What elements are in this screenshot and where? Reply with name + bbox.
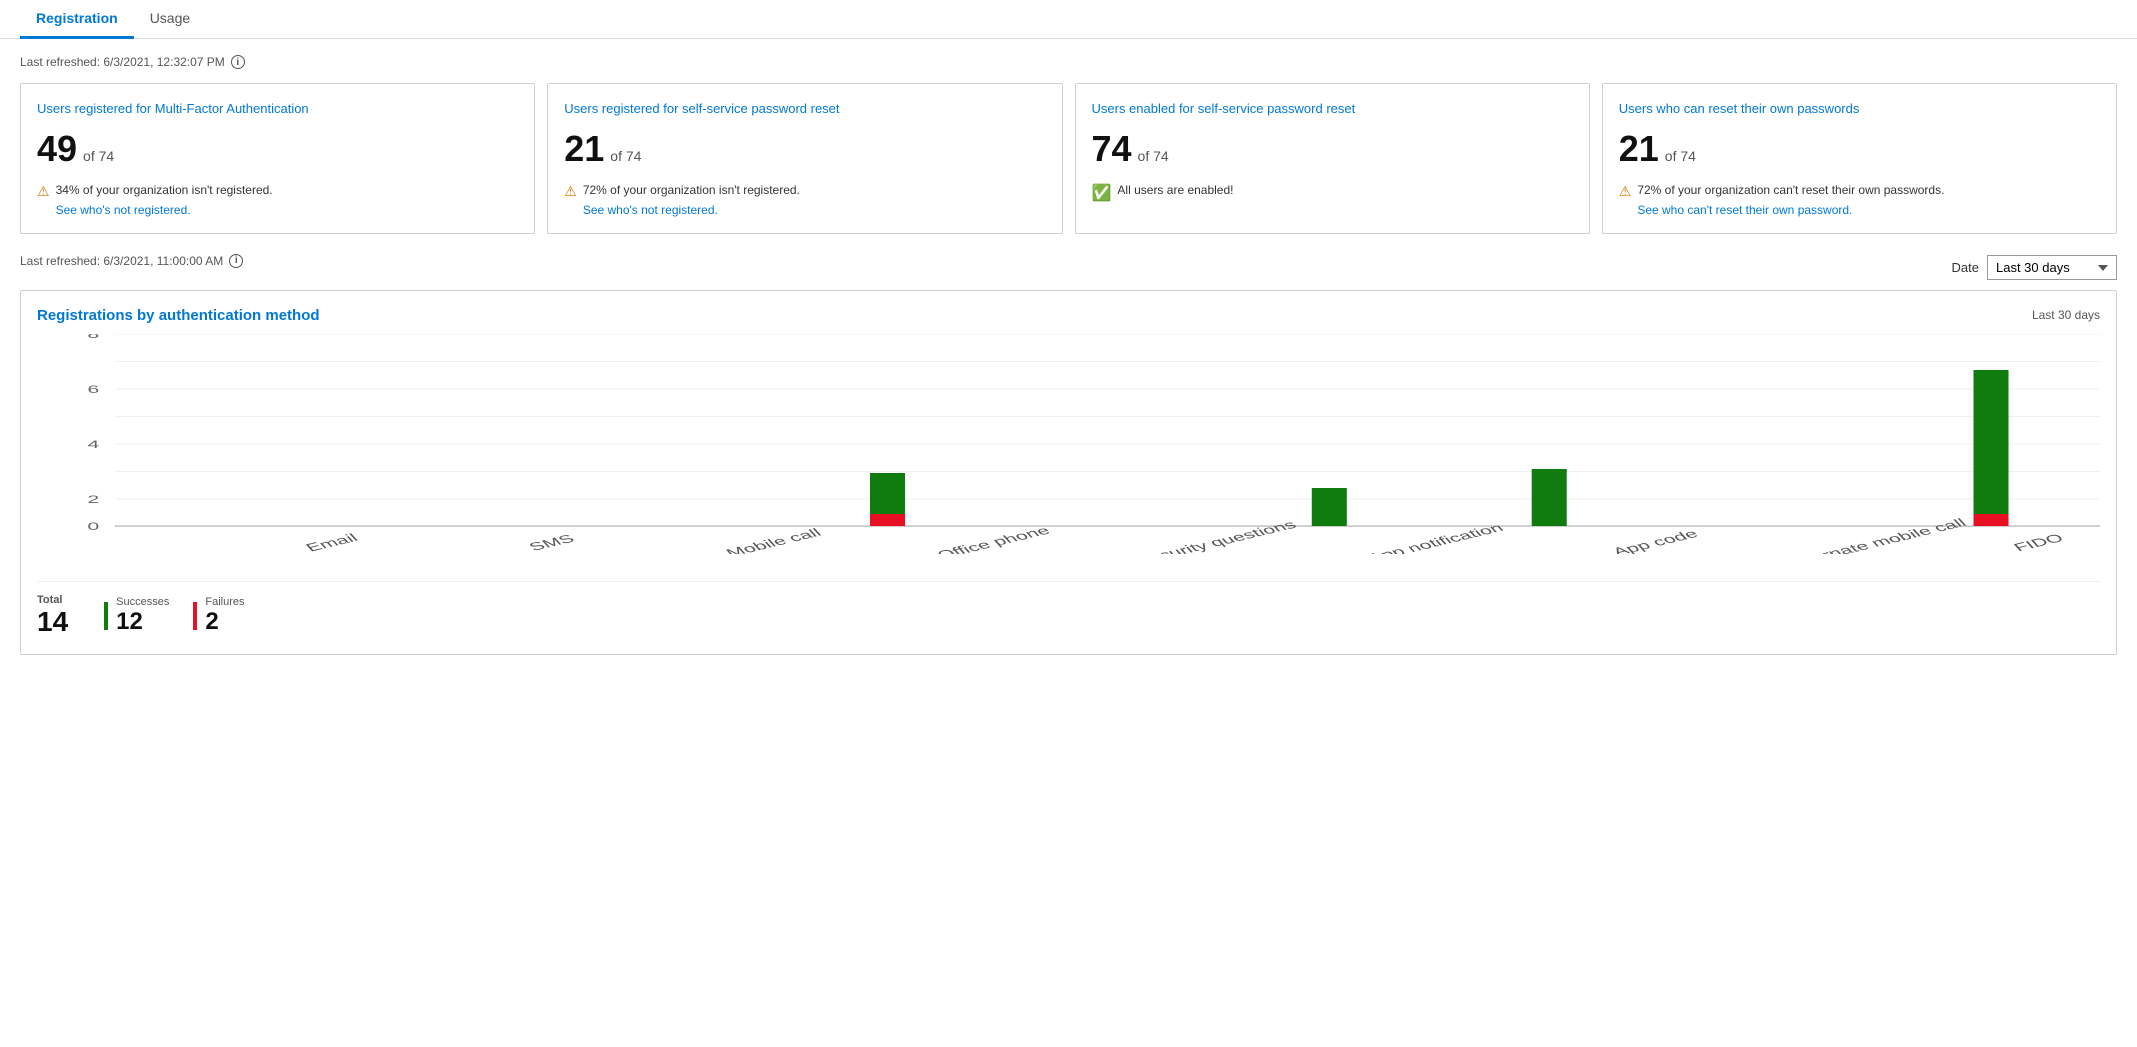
date-filter-label: Date <box>1952 260 1979 275</box>
legend-total-value: 14 <box>37 606 68 638</box>
card-sspr-reg-title: Users registered for self-service passwo… <box>564 100 1045 118</box>
bar-office-success <box>870 473 905 514</box>
tab-registration[interactable]: Registration <box>20 0 134 39</box>
chart-legend: Total 14 Successes 12 Failures 2 <box>37 581 2100 638</box>
bar-appnotif-success <box>1312 488 1347 526</box>
cards-grid: Users registered for Multi-Factor Authen… <box>20 83 2117 234</box>
svg-text:2: 2 <box>87 493 99 505</box>
card-mfa: Users registered for Multi-Factor Authen… <box>20 83 535 234</box>
bar-fido-failure <box>1973 514 2008 526</box>
chart-refresh-info: Last refreshed: 6/3/2021, 11:00:00 AM i <box>20 254 243 268</box>
legend-total: Total 14 <box>37 594 68 638</box>
svg-text:SMS: SMS <box>526 532 578 553</box>
legend-success-bar <box>104 602 108 630</box>
card-can-reset-of: of 74 <box>1665 148 1696 164</box>
card-sspr-reg-warning: ⚠ 72% of your organization isn't registe… <box>564 182 1045 217</box>
top-refresh-text: Last refreshed: 6/3/2021, 12:32:07 PM <box>20 55 225 69</box>
card-sspr-reg-of: of 74 <box>610 148 641 164</box>
date-filter-select[interactable]: Last 30 days Last 7 days Last 24 hours <box>1987 255 2117 280</box>
svg-text:4: 4 <box>87 438 99 450</box>
card-mfa-number: 49 <box>37 128 77 170</box>
legend-success-detail: Successes 12 <box>116 596 169 636</box>
card-can-reset-number: 21 <box>1619 128 1659 170</box>
bar-fido-success <box>1973 370 2008 514</box>
chart-title: Registrations by authentication method <box>37 307 320 324</box>
chart-info-icon[interactable]: i <box>229 254 243 268</box>
card-can-reset-warning-text: 72% of your organization can't reset the… <box>1637 183 1944 197</box>
svg-text:FIDO: FIDO <box>2010 532 2066 554</box>
legend-failure-item: Failures 2 <box>193 596 244 636</box>
card-sspr-enabled: Users enabled for self-service password … <box>1075 83 1590 234</box>
legend-failure-bar <box>193 602 197 630</box>
legend-success-item: Successes 12 <box>104 596 169 636</box>
card-can-reset-link[interactable]: See who can't reset their own password. <box>1637 203 1944 217</box>
card-sspr-reg-warning-text: 72% of your organization isn't registere… <box>583 183 800 197</box>
svg-text:App code: App code <box>1609 527 1701 554</box>
chart-svg: 8 6 4 2 0 <box>37 334 2100 554</box>
card-sspr-enabled-of: of 74 <box>1138 148 1169 164</box>
card-can-reset-count: 21 of 74 <box>1619 128 2100 170</box>
info-icon[interactable]: i <box>231 55 245 69</box>
svg-text:Mobile call: Mobile call <box>723 526 825 554</box>
card-mfa-title: Users registered for Multi-Factor Authen… <box>37 100 518 118</box>
svg-text:6: 6 <box>87 383 99 395</box>
chart-date-display: Last 30 days <box>2032 308 2100 322</box>
chart-header: Registrations by authentication method L… <box>37 307 2100 324</box>
legend-success-label: Successes <box>116 596 169 608</box>
card-mfa-warning: ⚠ 34% of your organization isn't registe… <box>37 182 518 217</box>
card-sspr-enabled-warning-text: All users are enabled! <box>1117 183 1233 197</box>
card-can-reset: Users who can reset their own passwords … <box>1602 83 2117 234</box>
svg-text:Security questions: Security questions <box>1131 518 1299 554</box>
svg-text:Office phone: Office phone <box>934 524 1054 554</box>
card-mfa-of: of 74 <box>83 148 114 164</box>
svg-text:Alternate mobile call: Alternate mobile call <box>1785 516 1970 554</box>
legend-total-label: Total <box>37 594 68 606</box>
bar-appcode-success <box>1532 469 1567 526</box>
second-refresh-row: Last refreshed: 6/3/2021, 11:00:00 AM i … <box>20 254 2117 282</box>
warning-icon-3: ⚠ <box>1619 183 1632 200</box>
card-mfa-warning-text: 34% of your organization isn't registere… <box>56 183 273 197</box>
bar-office-failure <box>870 514 905 526</box>
card-sspr-enabled-warning: ✅ All users are enabled! <box>1092 182 1573 203</box>
card-sspr-reg-number: 21 <box>564 128 604 170</box>
card-can-reset-title: Users who can reset their own passwords <box>1619 100 2100 118</box>
warning-icon: ⚠ <box>37 183 50 200</box>
card-sspr-reg-count: 21 of 74 <box>564 128 1045 170</box>
tab-usage[interactable]: Usage <box>134 0 206 39</box>
legend-failure-label: Failures <box>205 596 244 608</box>
svg-text:8: 8 <box>87 334 99 341</box>
legend-success-value: 12 <box>116 608 169 636</box>
warning-icon-2: ⚠ <box>564 183 577 200</box>
chart-refresh-text: Last refreshed: 6/3/2021, 11:00:00 AM <box>20 254 223 268</box>
svg-text:Email: Email <box>303 531 362 554</box>
svg-text:0: 0 <box>87 520 99 532</box>
check-icon: ✅ <box>1092 183 1112 203</box>
card-sspr-reg-link[interactable]: See who's not registered. <box>583 203 800 217</box>
chart-section: Registrations by authentication method L… <box>20 290 2117 655</box>
tabs-container: Registration Usage <box>0 0 2137 39</box>
legend-failure-value: 2 <box>205 608 244 636</box>
card-sspr-reg: Users registered for self-service passwo… <box>547 83 1062 234</box>
card-sspr-enabled-number: 74 <box>1092 128 1132 170</box>
card-sspr-enabled-title: Users enabled for self-service password … <box>1092 100 1573 118</box>
legend-failure-detail: Failures 2 <box>205 596 244 636</box>
top-refresh-info: Last refreshed: 6/3/2021, 12:32:07 PM i <box>20 55 2117 69</box>
card-can-reset-warning: ⚠ 72% of your organization can't reset t… <box>1619 182 2100 217</box>
card-mfa-link[interactable]: See who's not registered. <box>56 203 273 217</box>
card-mfa-count: 49 of 74 <box>37 128 518 170</box>
card-sspr-enabled-count: 74 of 74 <box>1092 128 1573 170</box>
